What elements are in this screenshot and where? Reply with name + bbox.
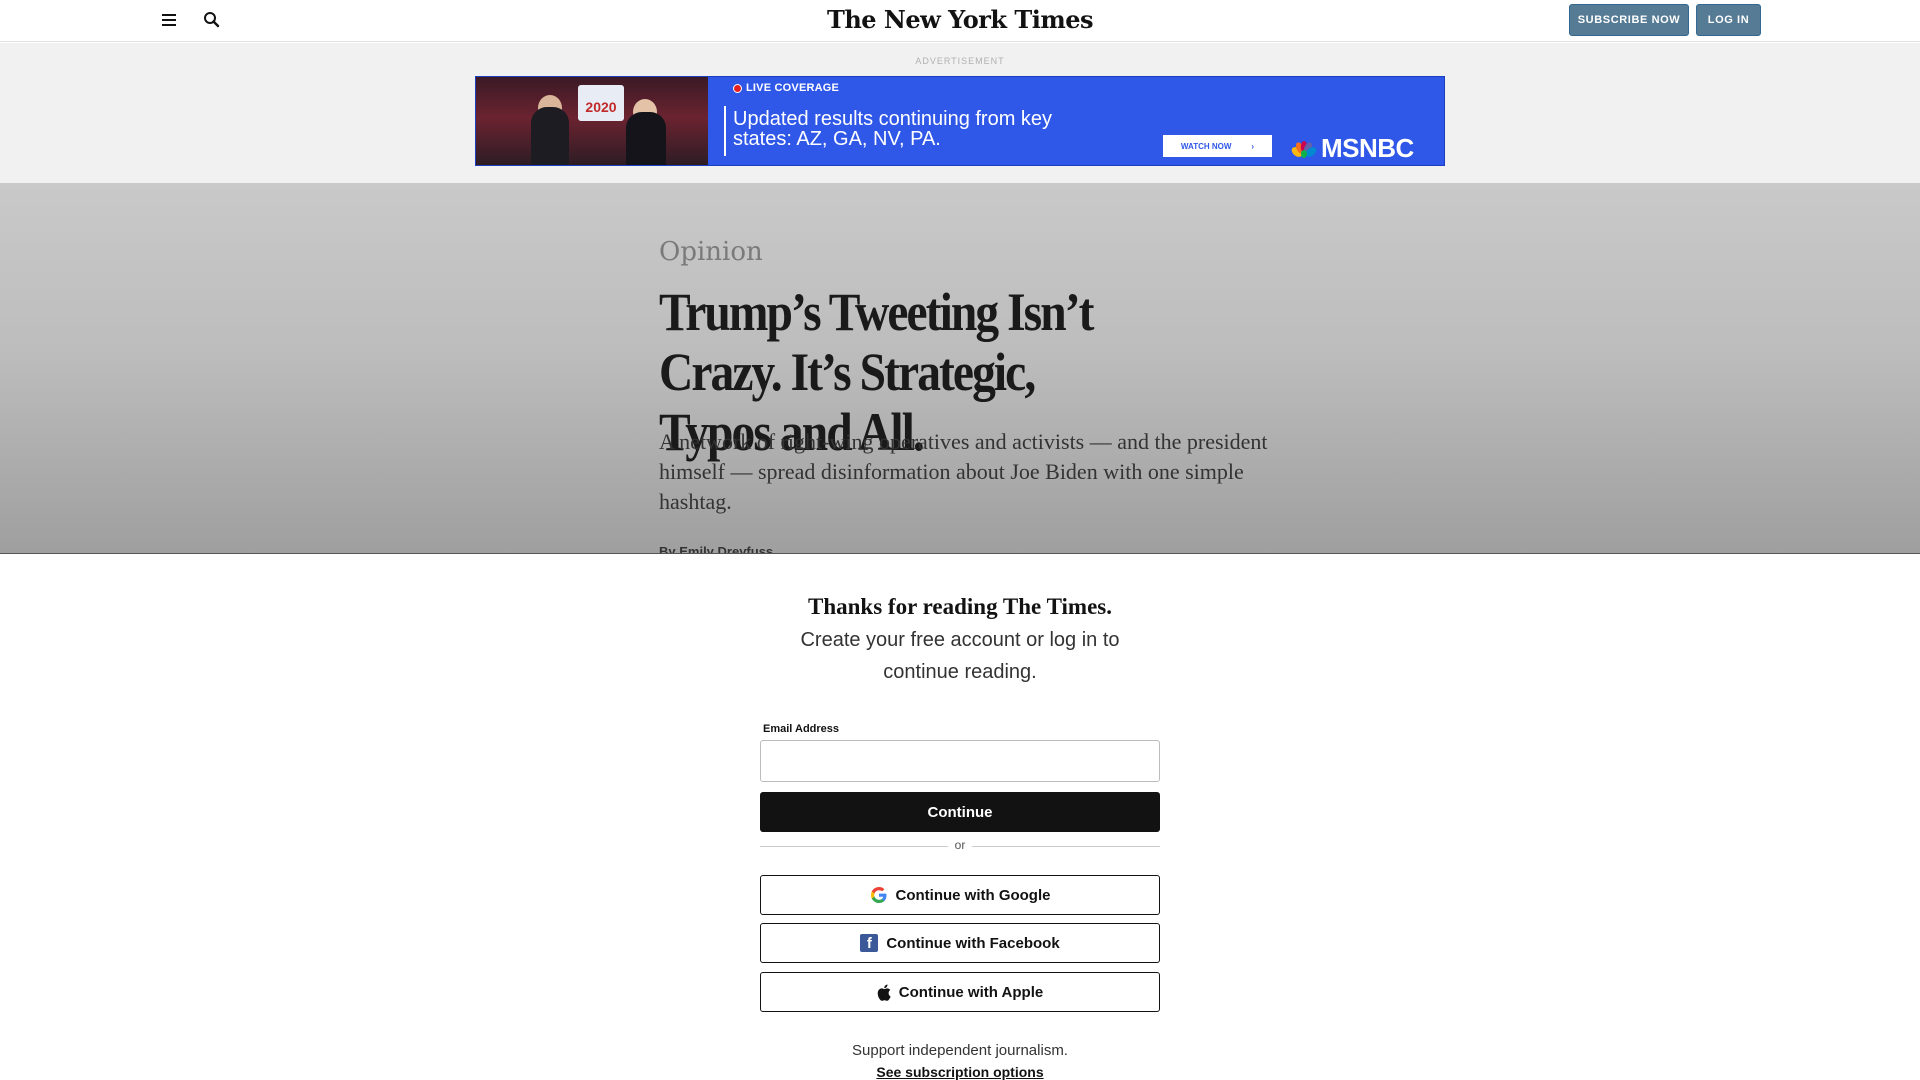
google-button-label: Continue with Google	[895, 886, 1051, 904]
ad-photo: 2020	[476, 77, 708, 165]
ad-live-label: LIVE COVERAGE	[746, 82, 840, 94]
login-button[interactable]: LOG IN	[1696, 4, 1761, 36]
continue-button[interactable]: Continue	[760, 792, 1160, 832]
ad-label: ADVERTISEMENT	[915, 56, 1005, 66]
continue-with-facebook-button[interactable]: f Continue with Facebook	[760, 923, 1160, 963]
modal-subtitle: Create your free account or log in to co…	[800, 629, 1120, 683]
google-icon	[870, 887, 886, 903]
apple-button-label: Continue with Apple	[898, 983, 1044, 1001]
or-divider: or	[760, 836, 1160, 856]
modal-title: Thanks for reading The Times.	[808, 594, 1112, 619]
registration-modal: Thanks for reading The Times. Create you…	[0, 553, 1920, 1080]
msnbc-ad-banner[interactable]: 2020 LIVE COVERAGE Updated results conti…	[475, 76, 1445, 166]
article-kicker: Opinion	[659, 237, 763, 267]
continue-with-google-button[interactable]: Continue with Google	[760, 875, 1160, 915]
email-field[interactable]	[760, 740, 1160, 782]
peacock-icon	[1291, 140, 1317, 158]
ad-live-badge: LIVE COVERAGE	[733, 82, 839, 94]
ad-brand: MSNBC	[1321, 133, 1414, 163]
live-dot-icon	[733, 83, 742, 93]
facebook-button-label: Continue with Facebook	[886, 934, 1060, 952]
ad-photo-sign: 2020	[578, 85, 624, 121]
facebook-icon: f	[860, 934, 879, 952]
subscription-options-link[interactable]: See subscription options	[0, 1064, 1920, 1080]
subscribe-button[interactable]: SUBSCRIBE NOW	[1569, 4, 1689, 36]
msnbc-logo: MSNBC	[1291, 133, 1414, 164]
ad-watch-now-button[interactable]: WATCH NOW ›	[1163, 135, 1272, 157]
ad-headline: Updated results continuing from key stat…	[733, 108, 1053, 150]
ad-watch-now-label: WATCH NOW	[1180, 141, 1232, 151]
top-bar: The New York Times SUBSCRIBE NOW LOG IN	[0, 0, 1920, 42]
ad-divider	[724, 106, 726, 156]
or-label: or	[954, 838, 966, 852]
support-text: Support independent journalism.	[852, 1042, 1068, 1059]
continue-with-apple-button[interactable]: Continue with Apple	[760, 972, 1160, 1012]
chevron-right-icon: ›	[1251, 141, 1255, 151]
article-summary: A network of right-wing operatives and a…	[659, 429, 1268, 514]
ad-band: ADVERTISEMENT 2020 LIVE COVERAGE Updated…	[0, 43, 1920, 183]
email-label: Email Address	[763, 723, 840, 735]
apple-icon	[877, 984, 891, 1001]
